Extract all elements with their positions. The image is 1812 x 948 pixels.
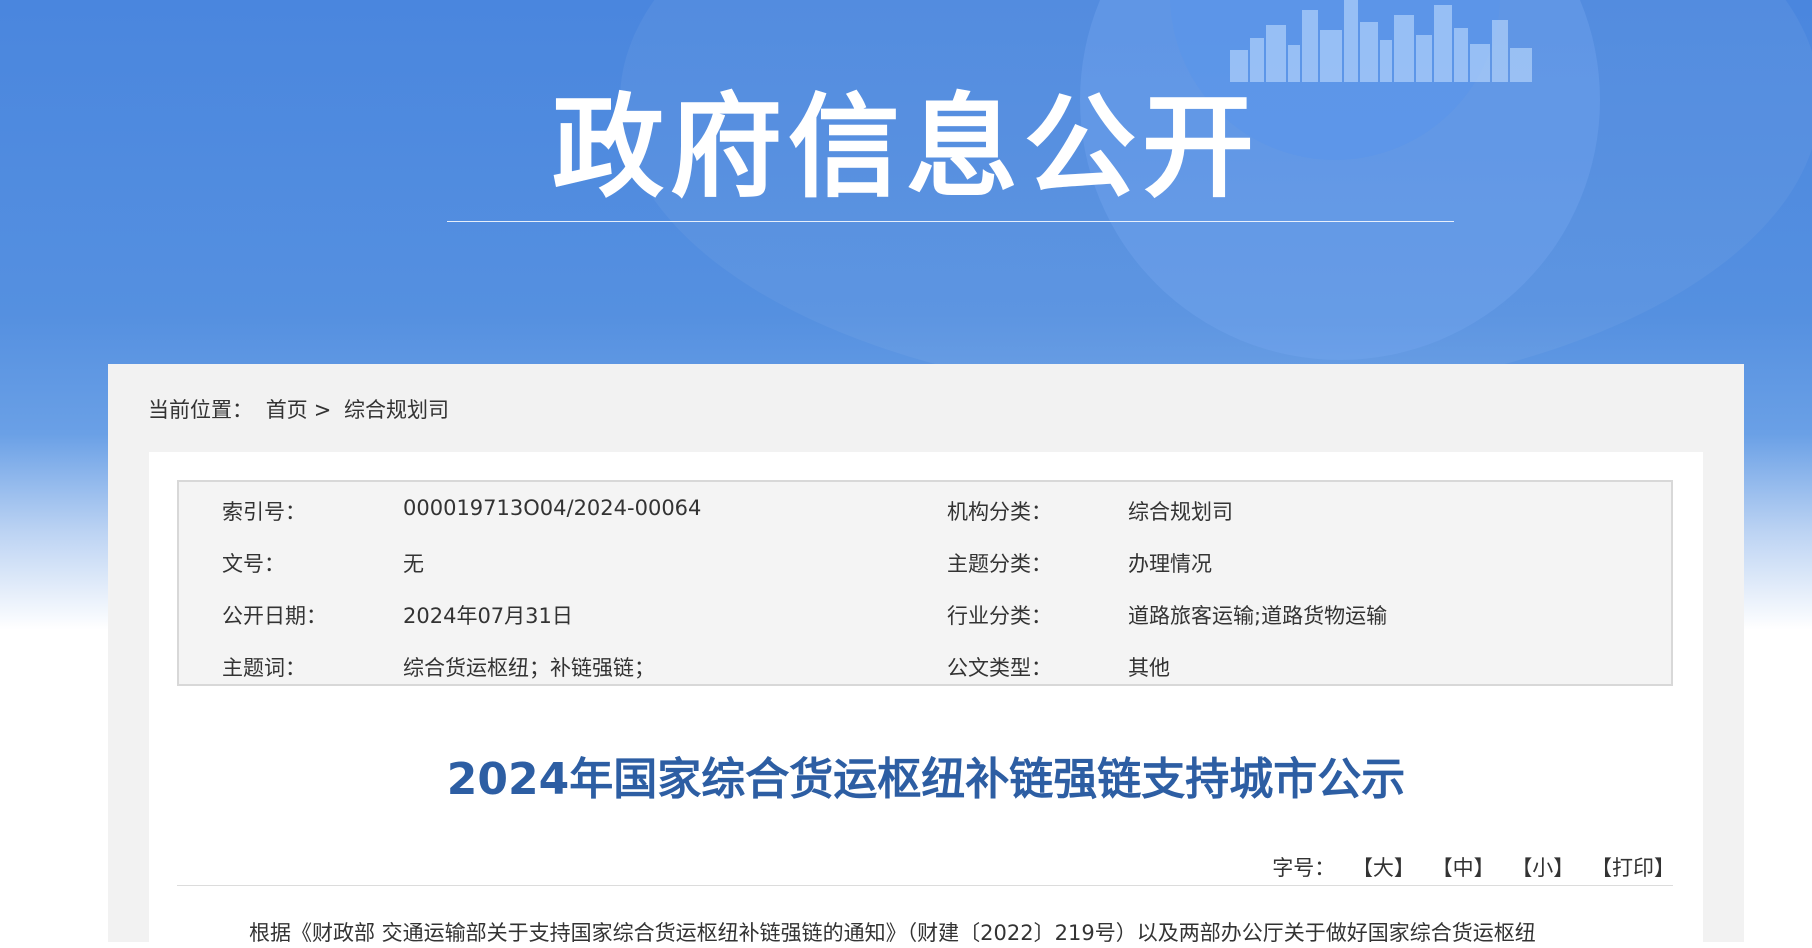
font-medium-button[interactable]: 【中】 — [1432, 856, 1495, 880]
metadata-key: 公文类型： — [947, 656, 1052, 680]
metadata-row: 索引号： 000019713O04/2024-00064 机构分类： 综合规划司 — [179, 482, 1671, 534]
metadata-key: 文号： — [222, 552, 285, 576]
metadata-row: 主题词： 综合货运枢纽；补链强链； 公文类型： 其他 — [179, 638, 1671, 690]
metadata-value: 道路旅客运输;道路货物运输 — [1128, 604, 1388, 628]
metadata-value: 2024年07月31日 — [403, 604, 573, 628]
metadata-value: 办理情况 — [1128, 552, 1212, 576]
metadata-value: 综合规划司 — [1128, 500, 1233, 524]
metadata-row: 公开日期： 2024年07月31日 行业分类： 道路旅客运输;道路货物运输 — [179, 586, 1671, 638]
font-large-button[interactable]: 【大】 — [1352, 856, 1415, 880]
metadata-value: 无 — [403, 552, 424, 576]
document-metadata-table: 索引号： 000019713O04/2024-00064 机构分类： 综合规划司… — [177, 480, 1673, 686]
banner-divider — [447, 221, 1454, 222]
metadata-value: 000019713O04/2024-00064 — [403, 496, 702, 520]
metadata-value: 其他 — [1128, 656, 1170, 680]
city-skyline-icon — [1230, 0, 1532, 82]
metadata-value: 综合货运枢纽；补链强链； — [403, 656, 655, 680]
document-body-text: 根据《财政部 交通运输部关于支持国家综合货运枢纽补链强链的通知》（财建〔2022… — [249, 921, 1536, 945]
content-divider — [177, 885, 1673, 886]
banner-title: 政府信息公开 — [552, 83, 1260, 213]
print-button[interactable]: 【打印】 — [1591, 856, 1675, 880]
metadata-key: 行业分类： — [947, 604, 1052, 628]
metadata-key: 机构分类： — [947, 500, 1052, 524]
breadcrumb-home-link[interactable]: 首页 — [266, 398, 308, 422]
breadcrumb: 当前位置： 首页 > 综合规划司 — [148, 394, 455, 424]
metadata-key: 公开日期： — [222, 604, 327, 628]
metadata-key: 索引号： — [222, 500, 306, 524]
font-small-button[interactable]: 【小】 — [1511, 856, 1574, 880]
font-size-label: 字号： — [1272, 856, 1336, 880]
metadata-key: 主题分类： — [947, 552, 1052, 576]
document-title: 2024年国家综合货运枢纽补链强链支持城市公示 — [446, 754, 1406, 805]
font-size-controls: 字号： 【大】 【中】 【小】 【打印】 — [1272, 852, 1675, 882]
breadcrumb-current-link[interactable]: 综合规划司 — [344, 398, 449, 422]
breadcrumb-label: 当前位置： — [148, 398, 253, 422]
metadata-key: 主题词： — [222, 656, 306, 680]
metadata-row: 文号： 无 主题分类： 办理情况 — [179, 534, 1671, 586]
breadcrumb-separator: > — [313, 398, 332, 422]
